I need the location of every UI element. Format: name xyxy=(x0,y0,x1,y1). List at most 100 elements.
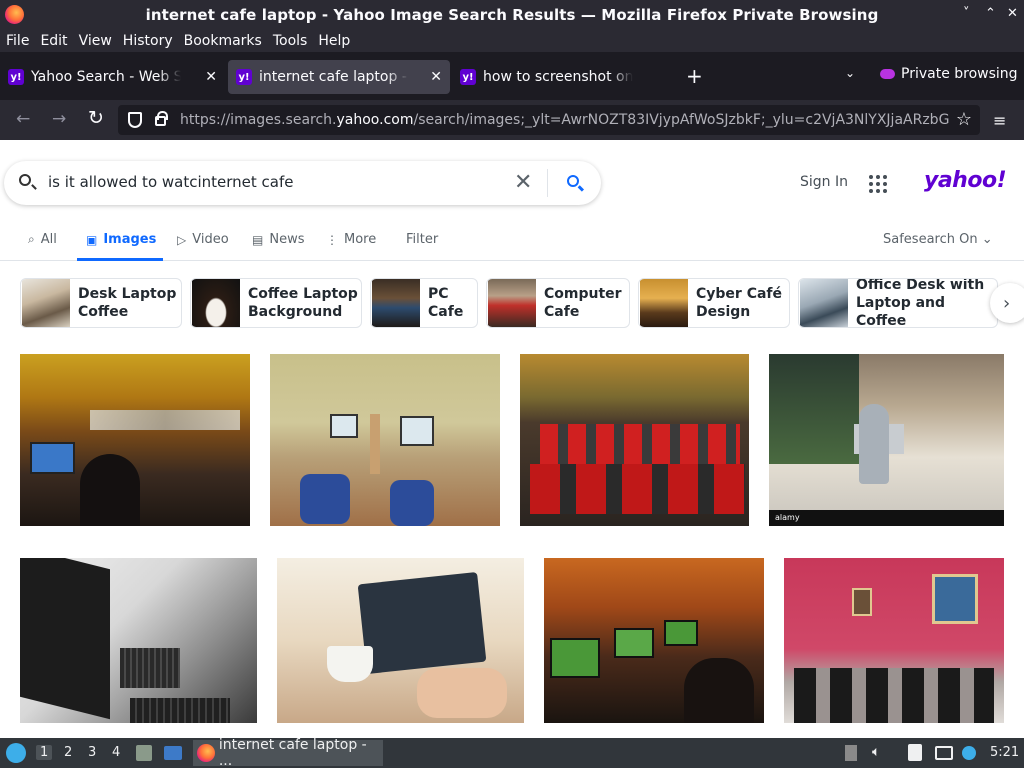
tab-news-label: News xyxy=(269,232,305,247)
hands-shape xyxy=(417,668,507,718)
menu-file[interactable]: File xyxy=(6,33,29,49)
chip-label-line1: Computer xyxy=(544,286,622,302)
yahoo-logo[interactable]: yahoo! xyxy=(924,168,1007,193)
monitor-shape xyxy=(400,416,434,446)
chair-row-shape xyxy=(530,464,745,514)
volume-icon[interactable]: 🔈︎ xyxy=(872,744,880,760)
menu-tools[interactable]: Tools xyxy=(273,33,308,49)
menu-history[interactable]: History xyxy=(123,33,173,49)
chip-label-line2: Background xyxy=(248,304,343,320)
monitor-shape xyxy=(550,638,600,678)
tab-all-label: All xyxy=(40,232,57,247)
show-desktop-icon[interactable] xyxy=(164,746,182,760)
close-tab-icon[interactable]: ✕ xyxy=(430,69,442,85)
yahoo-favicon-icon: y! xyxy=(236,69,252,85)
monitor-shape xyxy=(30,442,75,474)
new-tab-button[interactable]: + xyxy=(686,64,703,88)
tab-images[interactable]: ▣ Images xyxy=(86,232,156,247)
url-domain: yahoo.com xyxy=(336,112,414,128)
image-result[interactable] xyxy=(544,558,764,723)
desktop-2[interactable]: 2 xyxy=(64,745,72,760)
monitor-shape xyxy=(664,620,698,646)
app-menu-icon[interactable]: ≡ xyxy=(993,111,1006,130)
firefox-icon xyxy=(197,744,215,762)
related-chip[interactable]: Office Desk with Laptop and Coffee xyxy=(798,278,998,328)
desktop-4[interactable]: 4 xyxy=(112,745,120,760)
private-browsing-label: Private browsing xyxy=(901,66,1018,82)
person-shape xyxy=(80,454,140,526)
list-all-tabs-icon[interactable]: ⌄ xyxy=(845,66,855,80)
chip-label-line1: Office Desk with xyxy=(856,278,985,293)
menu-view[interactable]: View xyxy=(79,33,112,49)
tab-more[interactable]: ⋮ More xyxy=(326,232,376,247)
updates-icon[interactable] xyxy=(845,745,857,761)
safesearch-dropdown[interactable]: Safesearch On ⌄ xyxy=(883,232,993,247)
close-tab-icon[interactable]: ✕ xyxy=(205,69,217,85)
tracking-protection-shield-icon[interactable] xyxy=(128,112,142,128)
image-result[interactable] xyxy=(20,354,250,526)
taskbar-firefox-window[interactable]: internet cafe laptop - ... xyxy=(193,737,383,769)
tab-all[interactable]: ⌕ All xyxy=(28,232,57,247)
related-chip[interactable]: Coffee Laptop Background xyxy=(190,278,362,328)
related-chip[interactable]: Computer Cafe xyxy=(486,278,630,328)
chips-next-button[interactable]: › xyxy=(990,283,1024,323)
clear-search-icon[interactable]: ✕ xyxy=(514,170,532,195)
lock-icon[interactable] xyxy=(155,111,168,126)
back-button[interactable]: ← xyxy=(16,109,30,129)
tab-internet-cafe-laptop[interactable]: y! internet cafe laptop - Yahoo ✕ xyxy=(228,60,450,94)
search-input[interactable]: is it allowed to watcinternet cafe xyxy=(48,173,294,191)
navigation-toolbar: ← → ↻ https://images.search. yahoo.com/se… xyxy=(0,100,1024,140)
application-launcher-icon[interactable] xyxy=(6,743,26,763)
image-result[interactable] xyxy=(277,558,524,723)
bookmark-star-icon[interactable]: ☆ xyxy=(956,109,972,130)
network-icon[interactable] xyxy=(935,746,953,760)
image-result[interactable] xyxy=(520,354,749,526)
related-chip[interactable]: Cyber Café Design xyxy=(638,278,790,328)
more-dots-icon: ⋮ xyxy=(326,232,338,247)
chip-thumbnail xyxy=(372,279,420,327)
sign-in-link[interactable]: Sign In xyxy=(800,174,848,190)
tab-strip: y! Yahoo Search - Web Search ✕ y! intern… xyxy=(0,52,1024,100)
clipboard-icon[interactable] xyxy=(908,744,922,761)
related-chip[interactable]: Desk Laptop Coffee xyxy=(20,278,182,328)
image-result[interactable] xyxy=(270,354,500,526)
apps-grid-icon[interactable] xyxy=(869,175,887,193)
image-result[interactable]: alamy xyxy=(769,354,1004,526)
filter-button[interactable]: Filter xyxy=(406,232,438,247)
tab-video-label: Video xyxy=(192,232,229,247)
filter-label: Filter xyxy=(406,232,439,247)
image-result[interactable] xyxy=(784,558,1004,723)
tab-how-to-screenshot[interactable]: y! how to screenshot on windows xyxy=(452,60,674,94)
chair-shape xyxy=(300,474,350,524)
notifications-icon[interactable] xyxy=(962,746,976,760)
close-window-icon[interactable]: ✕ xyxy=(1007,6,1018,21)
watermark-text: alamy xyxy=(775,513,800,522)
url-bar[interactable]: https://images.search. yahoo.com/search/i… xyxy=(118,105,980,135)
monitor-shape xyxy=(614,628,654,658)
minimize-icon[interactable]: ˅ xyxy=(963,6,970,21)
search-submit-icon[interactable] xyxy=(567,175,579,187)
desktop-3[interactable]: 3 xyxy=(88,745,96,760)
chip-label-line1: PC xyxy=(428,286,449,302)
chair-shape xyxy=(390,480,434,526)
search-box[interactable]: is it allowed to watcinternet cafe ✕ xyxy=(4,161,601,205)
file-manager-icon[interactable] xyxy=(136,745,152,761)
firefox-logo-icon xyxy=(5,5,24,24)
clock[interactable]: 5:21 xyxy=(990,745,1019,760)
tab-label: internet cafe laptop - Yahoo xyxy=(259,69,409,85)
reload-button[interactable]: ↻ xyxy=(88,107,104,129)
tab-yahoo-search[interactable]: y! Yahoo Search - Web Search ✕ xyxy=(0,60,225,94)
tab-news[interactable]: ▤ News xyxy=(252,232,304,247)
maximize-icon[interactable]: ⌃ xyxy=(985,6,996,21)
image-result[interactable] xyxy=(20,558,257,723)
person-shape xyxy=(859,404,889,484)
forward-button[interactable]: → xyxy=(52,109,66,129)
menu-bookmarks[interactable]: Bookmarks xyxy=(184,33,262,49)
search-vertical-tabs: ⌕ All ▣ Images ▷ Video ▤ News ⋮ More Fil… xyxy=(0,225,1024,261)
related-chip[interactable]: PC Cafe xyxy=(370,278,478,328)
desktop-1[interactable]: 1 xyxy=(36,745,53,760)
tab-video[interactable]: ▷ Video xyxy=(177,232,229,247)
menu-edit[interactable]: Edit xyxy=(40,33,67,49)
menu-help[interactable]: Help xyxy=(318,33,350,49)
private-browsing-indicator: Private browsing xyxy=(880,66,1018,82)
